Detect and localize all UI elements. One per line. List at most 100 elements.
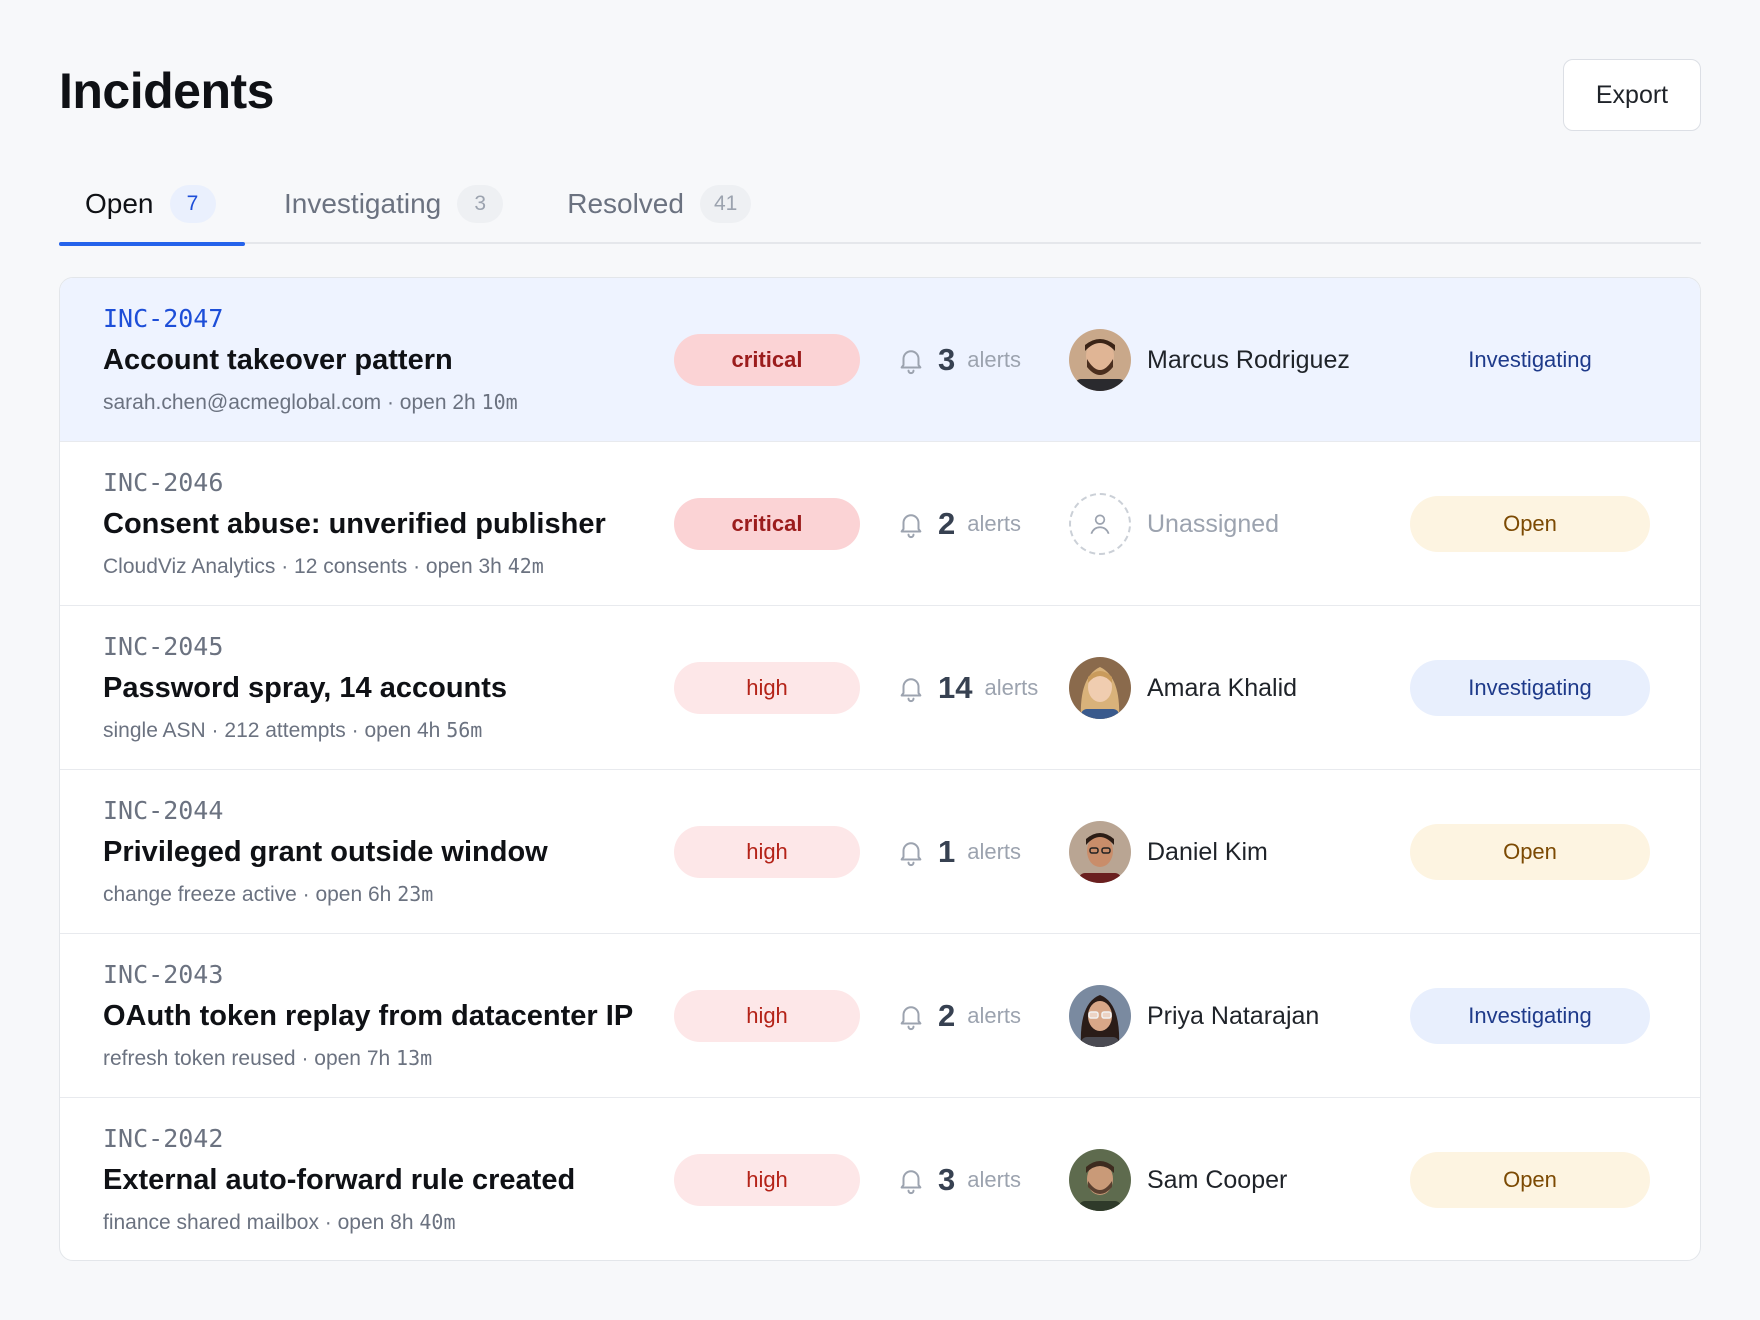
incident-meta: change freeze active · open 6h 23m [103,882,433,907]
avatar [1069,329,1131,391]
bell-icon [900,350,922,375]
incident-id: INC-2047 [103,304,224,333]
alert-count-label: alerts [967,839,1022,864]
incident-meta-text: sarah.chen@acmeglobal.com · open 2h [103,391,476,414]
incident-meta: finance shared mailbox · open 8h 40m [103,1210,456,1235]
incident-meta-minutes: 23m [397,882,434,906]
tab-open[interactable]: Open 7 [59,164,245,246]
incident-title: OAuth token replay from datacenter IP [103,1000,634,1032]
assignee-name: Marcus Rodriguez [1147,345,1350,374]
assignee[interactable]: Sam Cooper [1069,1148,1287,1212]
incident-title: Account takeover pattern [103,344,453,376]
incident-row[interactable]: INC-2047 Account takeover pattern sarah.… [60,278,1700,442]
alert-count-number: 3 [938,342,956,377]
severity-badge: high [674,1154,860,1206]
incident-meta-minutes: 10m [481,390,518,414]
incident-row[interactable]: INC-2046 Consent abuse: unverified publi… [60,442,1700,606]
avatar [1069,985,1131,1047]
incident-meta: sarah.chen@acmeglobal.com · open 2h 10m [103,390,518,415]
incident-id: INC-2044 [103,796,224,825]
export-button[interactable]: Export [1563,59,1701,131]
tab-resolved[interactable]: Resolved 41 [545,164,773,244]
assignee[interactable]: Daniel Kim [1069,820,1268,884]
alert-count: 3 alerts [896,1148,1021,1212]
incident-meta: single ASN · 212 attempts · open 4h 56m [103,718,482,743]
bell-icon [900,678,922,703]
alert-count: 3 alerts [896,328,1021,392]
alert-count-label: alerts [967,1167,1022,1192]
incident-list: INC-2047 Account takeover pattern sarah.… [59,277,1701,1261]
assignee-name: Unassigned [1147,509,1280,538]
tab-resolved-count: 41 [699,185,752,223]
alert-count-number: 14 [938,670,973,705]
assignee-name: Sam Cooper [1147,1165,1288,1194]
tab-investigating-label: Investigating [284,188,442,219]
alert-count: 2 alerts [896,984,1021,1048]
incident-meta-text: change freeze active · open 6h [103,883,392,906]
incident-row[interactable]: INC-2043 OAuth token replay from datacen… [60,934,1700,1098]
assignee[interactable]: Unassigned [1069,492,1279,556]
avatar [1069,821,1131,883]
assignee[interactable]: Amara Khalid [1069,656,1297,720]
status-badge[interactable]: Open [1410,1152,1650,1208]
incident-id: INC-2045 [103,632,224,661]
incident-title: Privileged grant outside window [103,836,548,868]
severity-badge: high [674,662,860,714]
alert-count-number: 1 [938,834,956,869]
alert-count-label: alerts [967,1003,1022,1028]
incident-row[interactable]: INC-2044 Privileged grant outside window… [60,770,1700,934]
incident-row[interactable]: INC-2045 Password spray, 14 accounts sin… [60,606,1700,770]
status-badge[interactable]: Open [1410,496,1650,552]
incident-meta-text: finance shared mailbox · open 8h [103,1211,414,1234]
avatar [1069,1149,1131,1211]
severity-badge: critical [674,334,860,386]
incident-id: INC-2043 [103,960,224,989]
bell-icon [900,1170,922,1195]
alert-count-number: 2 [938,506,956,541]
incident-title: External auto-forward rule created [103,1164,576,1196]
incident-meta-minutes: 56m [446,718,483,742]
tab-bar: Open 7 Investigating 3 Resolved 41 [59,164,1701,246]
incident-meta-minutes: 13m [396,1046,433,1070]
alert-count-label: alerts [967,511,1022,536]
avatar-placeholder [1069,493,1131,555]
bell-icon [900,1006,922,1031]
tab-resolved-label: Resolved [567,188,684,219]
incident-meta: CloudViz Analytics · 12 consents · open … [103,554,544,579]
incident-id: INC-2042 [103,1124,224,1153]
status-badge[interactable]: Investigating [1410,332,1650,388]
incident-meta-minutes: 40m [419,1210,456,1234]
alert-count-number: 2 [938,998,956,1033]
tab-investigating-count: 3 [457,185,504,223]
tab-open-label: Open [85,188,154,219]
incident-meta-text: refresh token reused · open 7h [103,1047,391,1070]
status-badge[interactable]: Open [1410,824,1650,880]
avatar [1069,657,1131,719]
bell-icon [900,514,922,539]
severity-badge: high [674,990,860,1042]
status-badge[interactable]: Investigating [1410,660,1650,716]
assignee[interactable]: Priya Natarajan [1069,984,1319,1048]
bell-icon [900,842,922,867]
tab-investigating[interactable]: Investigating 3 [262,164,525,244]
alert-count-number: 3 [938,1162,956,1197]
alert-count-label: alerts [967,347,1022,372]
assignee-name: Daniel Kim [1147,837,1268,866]
page-title: Incidents [59,63,274,119]
alert-count: 2 alerts [896,492,1021,556]
alert-count: 1 alerts [896,820,1021,884]
alert-count: 14 alerts [896,656,1038,720]
incident-row[interactable]: INC-2042 External auto-forward rule crea… [60,1098,1700,1260]
severity-badge: high [674,826,860,878]
incident-meta-text: single ASN · 212 attempts · open 4h [103,719,441,742]
user-icon [1090,514,1110,535]
incident-title: Password spray, 14 accounts [103,672,508,704]
assignee-name: Amara Khalid [1147,673,1298,702]
assignee-name: Priya Natarajan [1147,1001,1320,1030]
incident-meta-text: CloudViz Analytics · 12 consents · open … [103,555,502,578]
incident-meta-minutes: 42m [507,554,544,578]
incident-id: INC-2046 [103,468,224,497]
assignee[interactable]: Marcus Rodriguez [1069,328,1350,392]
status-badge[interactable]: Investigating [1410,988,1650,1044]
severity-badge: critical [674,498,860,550]
